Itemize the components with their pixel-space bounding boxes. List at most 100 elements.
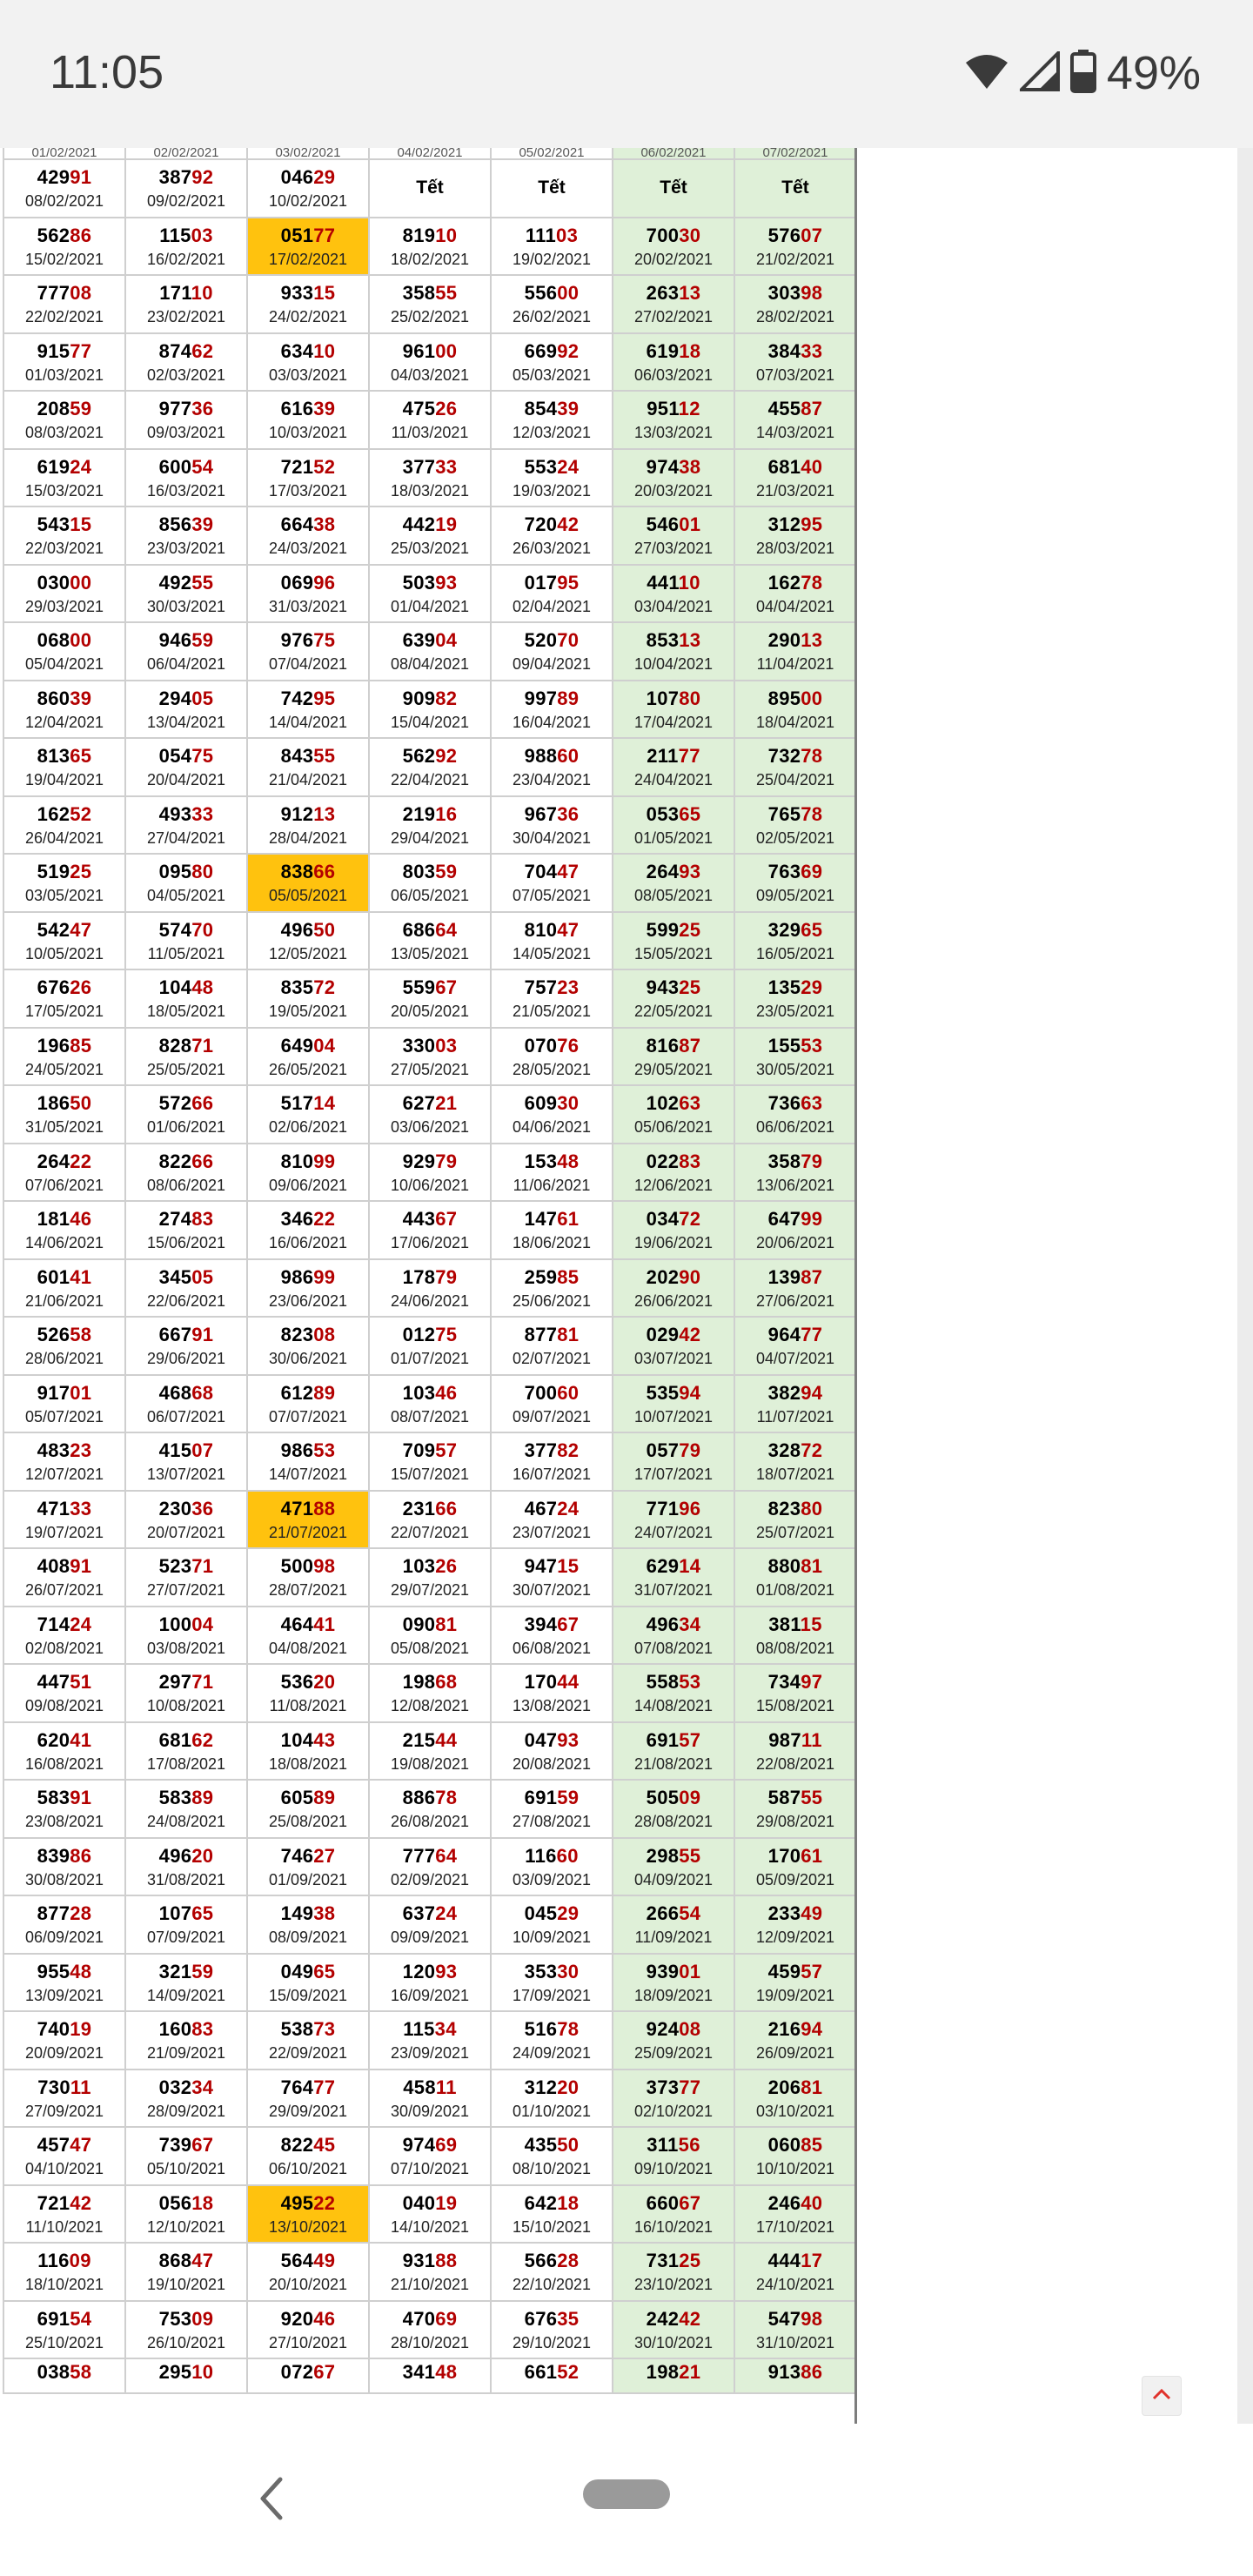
table-cell: 34622 16/06/2021 xyxy=(246,1200,370,1260)
table-cell: 45747 04/10/2021 xyxy=(3,2126,126,2186)
cell-date: 02/06/2021 xyxy=(268,1118,348,1137)
table-cell: 74019 20/09/2021 xyxy=(3,2010,126,2070)
result-number: 14938 xyxy=(248,1901,368,1927)
cell-date: 09/03/2021 xyxy=(146,424,226,442)
result-number: 82245 xyxy=(248,2132,368,2158)
table-cell: 58755 29/08/2021 xyxy=(734,1779,857,1839)
number-head: 843 xyxy=(280,745,314,768)
result-number: 76477 xyxy=(248,2075,368,2101)
number-tail: 86 xyxy=(801,2361,823,2383)
cell-date: 22/07/2021 xyxy=(390,1523,470,1541)
table-cell: 13529 23/05/2021 xyxy=(734,969,857,1029)
result-number: 66791 xyxy=(126,1322,246,1348)
table-cell: 63904 08/04/2021 xyxy=(368,621,492,681)
cell-date: 23/10/2021 xyxy=(633,2276,714,2294)
number-tail: 55 xyxy=(313,745,336,768)
number-tail: 18 xyxy=(557,2191,580,2214)
table-cell: 45811 30/09/2021 xyxy=(368,2068,492,2128)
table-cell: 73663 06/06/2021 xyxy=(734,1084,857,1144)
number-head: 233 xyxy=(767,1902,801,1925)
cell-date: 26/05/2021 xyxy=(268,1060,348,1078)
table-cell: 34505 22/06/2021 xyxy=(124,1258,248,1318)
result-number: 88081 xyxy=(735,1553,855,1580)
cell-date: 23/09/2021 xyxy=(390,2044,470,2063)
table-cell: 52658 28/06/2021 xyxy=(3,1316,126,1376)
table-cell: 66992 05/03/2021 xyxy=(490,332,613,392)
cell-date: 24/08/2021 xyxy=(146,1813,226,1831)
result-number: 84355 xyxy=(248,743,368,769)
result-number: 12093 xyxy=(370,1959,490,1985)
table-cell: 10448 18/05/2021 xyxy=(124,969,248,1029)
cell-date: 08/09/2021 xyxy=(268,1929,348,1947)
scroll-to-top-button[interactable] xyxy=(1142,2376,1182,2416)
table-cell: 94715 30/07/2021 xyxy=(490,1547,613,1607)
result-number: 85313 xyxy=(613,627,734,654)
result-number: 82871 xyxy=(126,1033,246,1059)
result-number: 86039 xyxy=(4,686,124,712)
number-tail: 63 xyxy=(679,1092,701,1115)
result-number: 66152 xyxy=(492,2359,612,2385)
number-head: 616 xyxy=(280,398,314,420)
number-head: 263 xyxy=(646,282,680,305)
table-row: 18146 14/06/2021 27483 15/06/2021 34622 16/06… xyxy=(3,1200,857,1260)
table-cell: 82308 30/06/2021 xyxy=(246,1316,370,1376)
number-head: 601 xyxy=(37,1265,70,1288)
table-cell: 68162 17/08/2021 xyxy=(124,1721,248,1781)
result-number: 81099 xyxy=(248,1149,368,1175)
table-cell: 05779 17/07/2021 xyxy=(612,1432,735,1492)
number-head: 538 xyxy=(280,2018,314,2041)
cell-date: 24/06/2021 xyxy=(390,1291,470,1310)
cell-date: 22/09/2021 xyxy=(268,2044,348,2063)
number-tail: 95 xyxy=(313,687,336,709)
result-number: 97675 xyxy=(248,627,368,654)
table-cell: 86847 19/10/2021 xyxy=(124,2242,248,2302)
number-tail: 30 xyxy=(557,1960,580,1982)
cell-date: 08/02/2021 xyxy=(24,192,104,211)
cell-date: 02/03/2021 xyxy=(146,366,226,384)
number-tail: 28 xyxy=(557,2250,580,2272)
result-number: 45587 xyxy=(735,396,855,422)
table-cell: 97736 09/03/2021 xyxy=(124,390,248,450)
result-number: 98699 xyxy=(248,1265,368,1291)
table-cell: 96736 30/04/2021 xyxy=(490,795,613,855)
number-head: 162 xyxy=(767,571,801,594)
result-number: 83572 xyxy=(248,975,368,1001)
number-tail: 83 xyxy=(191,2018,214,2041)
number-head: 464 xyxy=(280,1613,314,1635)
cell-date: 06/05/2021 xyxy=(390,887,470,905)
number-tail: 58 xyxy=(70,1324,92,1346)
cell-date: 01/10/2021 xyxy=(512,2102,592,2120)
cell-date: 31/05/2021 xyxy=(24,1118,104,1137)
result-number: 33003 xyxy=(370,1033,490,1059)
number-tail: 18 xyxy=(679,339,701,362)
cell-date: 04/02/2021 xyxy=(397,148,463,158)
table-cell: 82266 08/06/2021 xyxy=(124,1142,248,1202)
cell-date: 11/10/2021 xyxy=(25,2217,104,2236)
result-number: 50393 xyxy=(370,570,490,596)
cell-date: 05/02/2021 xyxy=(519,148,585,158)
number-head: 757 xyxy=(524,976,558,999)
table-cell: 13987 27/06/2021 xyxy=(734,1258,857,1318)
cell-date: 22/05/2021 xyxy=(633,1003,714,1021)
cell-date: 14/03/2021 xyxy=(755,424,835,442)
table-cell: 27483 15/06/2021 xyxy=(124,1200,248,1260)
number-head: 986 xyxy=(280,1439,314,1462)
table-cell: 72042 26/03/2021 xyxy=(490,506,613,566)
table-row: 62041 16/08/2021 68162 17/08/2021 10443 18/08… xyxy=(3,1721,857,1781)
page-scrollbar-track[interactable] xyxy=(1237,148,1253,2424)
home-pill-icon[interactable] xyxy=(583,2479,670,2509)
number-tail: 33 xyxy=(191,802,214,825)
table-cell: 60141 21/06/2021 xyxy=(3,1258,126,1318)
table-cell: 56286 15/02/2021 xyxy=(3,216,126,276)
number-head: 054 xyxy=(158,745,192,768)
result-number: 17110 xyxy=(126,280,246,306)
cell-date: 07/07/2021 xyxy=(268,1407,348,1426)
result-number: 29013 xyxy=(735,627,855,654)
number-tail: 79 xyxy=(435,1150,458,1172)
number-tail: 19 xyxy=(70,2018,92,2041)
table-cell: 64218 15/10/2021 xyxy=(490,2184,613,2244)
table-cell: 48323 12/07/2021 xyxy=(3,1432,126,1492)
table-row: 42991 08/02/2021 38792 09/02/2021 04629 10/02… xyxy=(3,158,857,218)
back-chevron-icon[interactable] xyxy=(254,2474,289,2527)
result-number: 38115 xyxy=(735,1612,855,1638)
